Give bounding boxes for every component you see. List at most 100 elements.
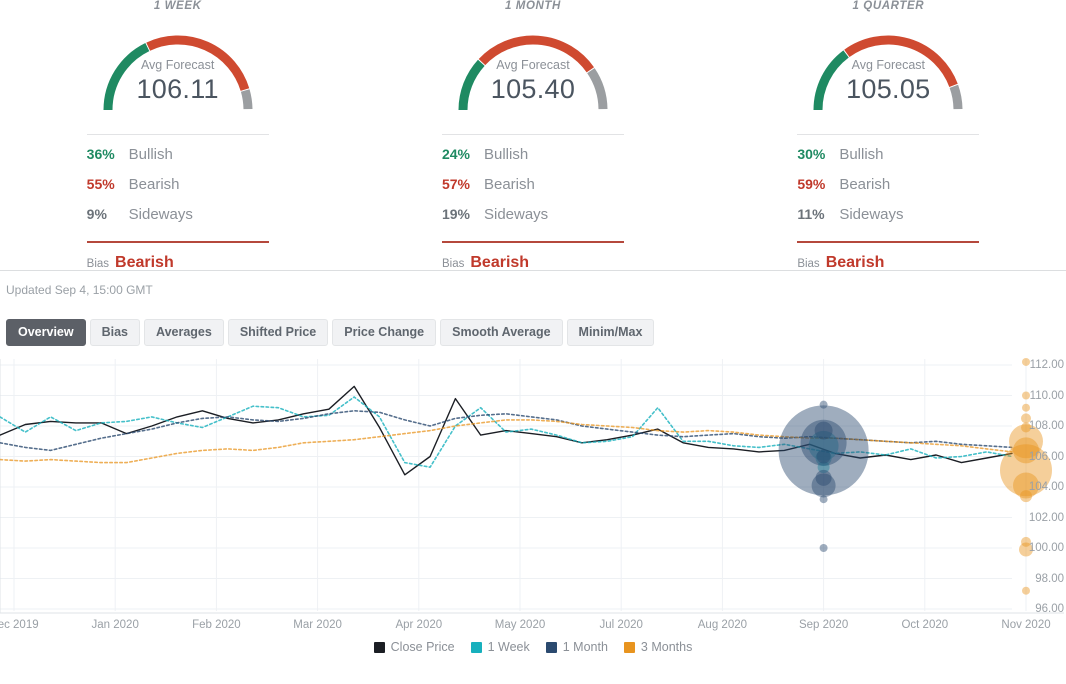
stat-row-sideways: 11% Sideways (797, 206, 979, 236)
tab-minim-max[interactable]: Minim/Max (566, 319, 655, 346)
sideways-label: Sideways (839, 206, 904, 223)
tab-smooth-average[interactable]: Smooth Average (440, 319, 563, 346)
forecast-panel-1-week: 1 WEEK Avg Forecast 106.11 36% Bullish 5… (0, 0, 355, 272)
gauge-container: Avg Forecast 105.05 (711, 20, 1066, 120)
gauge-1-quarter: Avg Forecast 105.05 (800, 20, 976, 116)
y-axis-tick: 106.00 (1028, 450, 1064, 463)
tab-shifted-price[interactable]: Shifted Price (227, 319, 329, 346)
stats-divider (86, 134, 269, 135)
x-axis-tick: Sep 2020 (798, 619, 849, 631)
bearish-percent: 57% (441, 176, 471, 192)
bias-row: Bias Bearish (442, 243, 624, 272)
bullish-percent: 36% (86, 146, 115, 162)
x-axis-tick: Jul 2020 (599, 619, 643, 631)
x-axis-tick: Feb 2020 (192, 619, 241, 631)
tab-averages[interactable]: Averages (144, 319, 224, 346)
legend-item[interactable]: 1 Week (470, 640, 530, 654)
tab-overview[interactable]: Overview (6, 319, 86, 346)
bias-row: Bias Bearish (87, 243, 269, 272)
x-axis-tick: Apr 2020 (395, 619, 443, 631)
sideways-percent: 9% (86, 206, 107, 222)
chart-legend: Close Price 1 Week 1 Month 3 Months (0, 640, 1066, 654)
bias-row: Bias Bearish (797, 243, 979, 272)
stats-divider (797, 134, 980, 135)
y-axis-tick: 100.00 (1028, 542, 1064, 554)
tab-bias[interactable]: Bias (89, 319, 140, 346)
gauge-label-group: Avg Forecast 106.11 (90, 58, 266, 105)
y-axis-labels: 96.00 98.00 100.00 102.00 104.00 106.00 108.00… (1012, 357, 1066, 617)
legend-label: 1 Month (562, 640, 608, 654)
bias-value: Bearish (115, 254, 174, 271)
updated-timestamp: Updated Sep 4, 15:00 GMT (6, 283, 153, 297)
gauge-caption: Avg Forecast (496, 58, 570, 72)
y-axis-tick: 108.00 (1028, 420, 1064, 432)
sideways-percent: 11% (797, 206, 825, 222)
bullish-label: Bullish (839, 146, 884, 163)
sideways-label: Sideways (483, 206, 549, 223)
gauge-caption: Avg Forecast (851, 58, 926, 72)
legend-swatch-icon (373, 641, 385, 653)
bias-label: Bias (441, 258, 465, 270)
panel-title: 1 WEEK (153, 0, 202, 12)
gauge-caption: Avg Forecast (140, 58, 215, 72)
gauge-1-month: Avg Forecast 105.40 (445, 20, 621, 116)
x-axis-tick: Oct 2020 (901, 619, 949, 631)
sentiment-stats: 36% Bullish 55% Bearish 9% Sideways Bias… (86, 134, 269, 272)
gauge-label-group: Avg Forecast 105.05 (800, 58, 976, 105)
gauge-label-group: Avg Forecast 105.40 (445, 58, 621, 105)
y-axis-tick: 112.00 (1029, 359, 1064, 371)
legend-swatch-icon (623, 641, 635, 653)
stat-row-bullish: 24% Bullish (442, 146, 624, 176)
bias-label: Bias (797, 258, 820, 270)
bias-value: Bearish (825, 254, 885, 271)
x-axis-tick: Jan 2020 (91, 619, 139, 631)
y-axis-tick: 98.00 (1035, 572, 1064, 585)
bearish-label: Bearish (839, 176, 891, 193)
sideways-percent: 19% (441, 206, 471, 222)
bullish-label: Bullish (483, 146, 529, 163)
gauge-value: 106.11 (136, 74, 219, 104)
x-axis-tick: May 2020 (494, 619, 546, 631)
stat-row-sideways: 9% Sideways (87, 206, 269, 236)
stat-row-bullish: 30% Bullish (797, 146, 979, 176)
legend-item[interactable]: 1 Month (545, 640, 608, 654)
tab-price-change[interactable]: Price Change (332, 319, 437, 346)
bearish-percent: 55% (86, 176, 115, 192)
forecast-panels: 1 WEEK Avg Forecast 106.11 36% Bullish 5… (0, 0, 1066, 272)
legend-label: 3 Months (640, 640, 693, 654)
gauge-container: Avg Forecast 106.11 (0, 20, 355, 120)
y-axis-tick: 110.00 (1029, 389, 1064, 402)
stat-row-bearish: 55% Bearish (87, 176, 269, 206)
chart-tab-bar: Overview Bias Averages Shifted Price Price C… (0, 297, 1066, 346)
x-axis-tick: Mar 2020 (293, 619, 342, 631)
gauge-1-week: Avg Forecast 106.11 (90, 20, 266, 116)
bias-label: Bias (86, 258, 110, 270)
legend-swatch-icon (470, 641, 482, 653)
legend-item[interactable]: Close Price (373, 640, 455, 654)
forecast-chart: 96.00 98.00 100.00 102.00 104.00 106.00 108.00… (0, 357, 1066, 657)
forecast-panel-1-month: 1 MONTH Avg Forecast 105.40 24% Bullish (355, 0, 710, 272)
stat-row-bearish: 59% Bearish (797, 176, 979, 206)
panel-title: 1 MONTH (505, 0, 561, 12)
panel-title: 1 QUARTER (852, 0, 925, 12)
forecast-panel-1-quarter: 1 QUARTER Avg Forecast 105.05 30% Bullis… (711, 0, 1066, 272)
bullish-percent: 30% (797, 146, 826, 162)
y-axis-tick: 104.00 (1028, 481, 1064, 493)
stat-row-bearish: 57% Bearish (442, 176, 624, 206)
legend-label: 1 Week (487, 640, 530, 654)
legend-item[interactable]: 3 Months (623, 640, 693, 654)
legend-swatch-icon (545, 641, 557, 653)
bearish-label: Bearish (128, 176, 180, 193)
x-axis-tick: Dec 2019 (0, 619, 39, 631)
y-axis-tick: 102.00 (1028, 511, 1064, 524)
stat-row-sideways: 19% Sideways (442, 206, 624, 236)
x-axis-tick: Nov 2020 (1001, 619, 1051, 631)
gauge-value: 105.40 (490, 74, 576, 104)
gauge-container: Avg Forecast 105.40 (355, 20, 710, 120)
bias-value: Bearish (470, 254, 530, 271)
stat-row-bullish: 36% Bullish (87, 146, 269, 176)
bearish-percent: 59% (797, 176, 826, 192)
sideways-label: Sideways (128, 206, 193, 223)
chart-canvas (0, 357, 1064, 614)
legend-label: Close Price (390, 640, 455, 654)
